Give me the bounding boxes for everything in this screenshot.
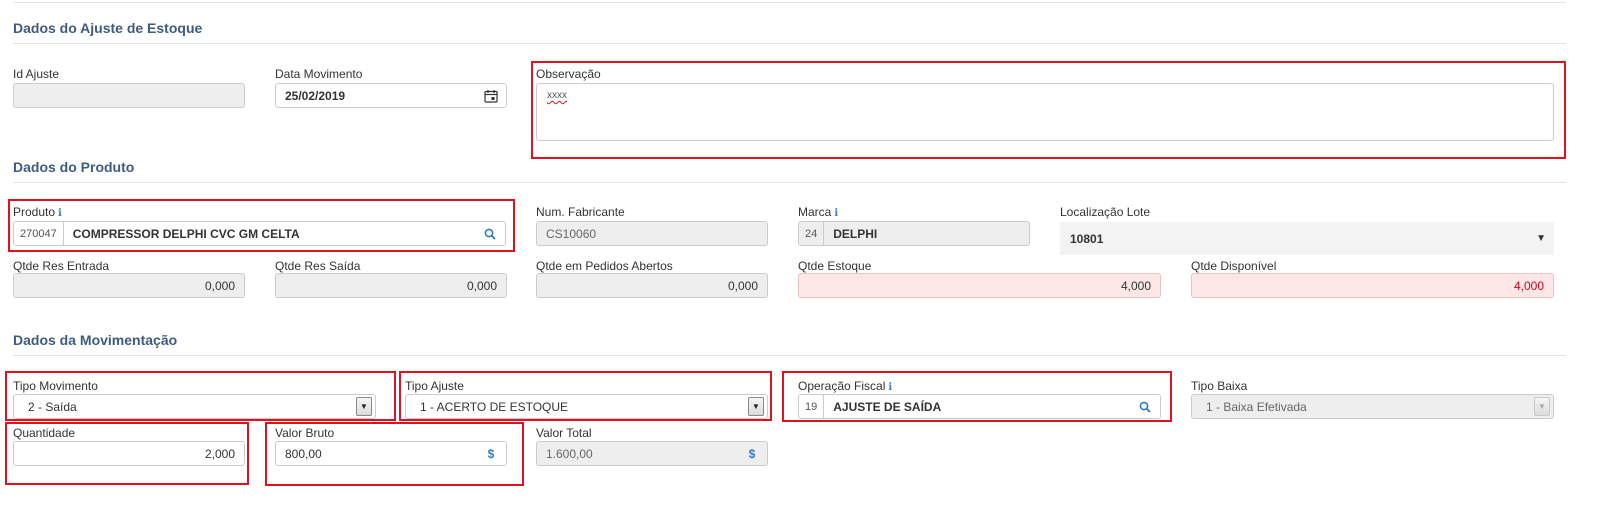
- valor-bruto-value: 800,00: [285, 446, 322, 461]
- localizacao-lote-select[interactable]: 10801 ▼: [1060, 222, 1554, 255]
- valor-bruto-input[interactable]: 800,00 $: [275, 441, 507, 466]
- marca-label-text: Marca: [798, 205, 832, 219]
- tipo-baixa-value: 1 - Baixa Efetivada: [1206, 399, 1307, 414]
- produto-label-text: Produto: [13, 205, 56, 219]
- section-title-movimentacao: Dados da Movimentação: [13, 332, 178, 348]
- qtde-res-saida-label: Qtde Res Saída: [275, 259, 361, 273]
- qtde-estoque-label: Qtde Estoque: [798, 259, 872, 273]
- qtde-disponivel-input[interactable]: 4,000: [1191, 273, 1554, 298]
- qtde-estoque-value: 4,000: [1120, 278, 1151, 293]
- observacao-value: xxxx: [547, 90, 567, 101]
- info-icon[interactable]: i: [834, 208, 838, 219]
- section-divider: [13, 182, 1566, 183]
- top-divider: [13, 2, 1566, 3]
- chevron-down-icon[interactable]: ▼: [1534, 397, 1550, 416]
- qtde-res-saida-value: 0,000: [466, 278, 497, 293]
- currency-icon: $: [487, 446, 495, 461]
- tipo-ajuste-value: 1 - ACERTO DE ESTOQUE: [420, 399, 569, 414]
- qtde-disponivel-value: 4,000: [1513, 278, 1544, 293]
- data-movimento-label: Data Movimento: [275, 67, 363, 81]
- produto-input[interactable]: 270047 COMPRESSOR DELPHI CVC GM CELTA: [13, 221, 506, 246]
- marca-label: Marca i: [798, 205, 838, 219]
- data-movimento-value: 25/02/2019: [285, 88, 346, 103]
- tipo-baixa-label: Tipo Baixa: [1191, 379, 1248, 393]
- chevron-down-icon[interactable]: ▼: [356, 397, 372, 416]
- id-ajuste-input[interactable]: [13, 83, 245, 108]
- operacao-fiscal-code: 19: [799, 395, 825, 418]
- section-divider: [13, 43, 1566, 44]
- quantidade-label: Quantidade: [13, 426, 76, 440]
- section-title-produto: Dados do Produto: [13, 159, 135, 175]
- tipo-ajuste-label: Tipo Ajuste: [405, 379, 464, 393]
- valor-total-value: 1.600,00: [546, 446, 593, 461]
- info-icon[interactable]: i: [888, 382, 892, 393]
- marca-name: DELPHI: [833, 226, 878, 241]
- chevron-down-icon[interactable]: ▼: [748, 397, 764, 416]
- info-icon[interactable]: i: [58, 208, 62, 219]
- section-title-ajuste: Dados do Ajuste de Estoque: [13, 20, 203, 36]
- marca-input[interactable]: 24 DELPHI: [798, 221, 1030, 246]
- qtde-res-entrada-value: 0,000: [204, 278, 235, 293]
- qtde-estoque-input[interactable]: 4,000: [798, 273, 1161, 298]
- qtde-res-saida-input[interactable]: 0,000: [275, 273, 507, 298]
- valor-bruto-label: Valor Bruto: [275, 426, 335, 440]
- quantidade-value: 2,000: [204, 446, 235, 461]
- localizacao-lote-label: Localização Lote: [1060, 205, 1151, 219]
- id-ajuste-label: Id Ajuste: [13, 67, 60, 81]
- search-icon[interactable]: [1130, 395, 1160, 418]
- qtde-pedidos-input[interactable]: 0,000: [536, 273, 768, 298]
- produto-name: COMPRESSOR DELPHI CVC GM CELTA: [72, 226, 300, 241]
- section-divider: [13, 355, 1566, 356]
- observacao-textarea[interactable]: xxxx: [536, 83, 1554, 141]
- tipo-movimento-select[interactable]: 2 - Saída ▼: [13, 394, 376, 419]
- produto-code: 270047: [14, 222, 64, 245]
- produto-label: Produto i: [13, 205, 62, 219]
- operacao-fiscal-name: AJUSTE DE SAÍDA: [833, 399, 942, 414]
- currency-icon: $: [748, 446, 756, 461]
- quantidade-input[interactable]: 2,000: [13, 441, 245, 466]
- valor-total-label: Valor Total: [536, 426, 592, 440]
- search-icon[interactable]: [475, 222, 505, 245]
- observacao-label: Observação: [536, 67, 601, 81]
- qtde-disponivel-label: Qtde Disponível: [1191, 259, 1277, 273]
- qtde-res-entrada-label: Qtde Res Entrada: [13, 259, 110, 273]
- tipo-movimento-label: Tipo Movimento: [13, 379, 98, 393]
- operacao-fiscal-label-text: Operação Fiscal: [798, 379, 886, 393]
- num-fabricante-value: CS10060: [546, 226, 597, 241]
- qtde-res-entrada-input[interactable]: 0,000: [13, 273, 245, 298]
- num-fabricante-input[interactable]: CS10060: [536, 221, 768, 246]
- marca-code: 24: [799, 222, 825, 245]
- operacao-fiscal-label: Operação Fiscal i: [798, 379, 892, 393]
- qtde-pedidos-label: Qtde em Pedidos Abertos: [536, 259, 673, 273]
- calendar-icon[interactable]: [476, 84, 506, 107]
- tipo-ajuste-select[interactable]: 1 - ACERTO DE ESTOQUE ▼: [405, 394, 768, 419]
- qtde-pedidos-value: 0,000: [727, 278, 758, 293]
- tipo-movimento-value: 2 - Saída: [28, 399, 77, 414]
- operacao-fiscal-input[interactable]: 19 AJUSTE DE SAÍDA: [798, 394, 1161, 419]
- num-fabricante-label: Num. Fabricante: [536, 205, 625, 219]
- valor-total-input[interactable]: 1.600,00 $: [536, 441, 768, 466]
- data-movimento-input[interactable]: 25/02/2019: [275, 83, 507, 108]
- tipo-baixa-select[interactable]: 1 - Baixa Efetivada ▼: [1191, 394, 1554, 419]
- localizacao-lote-value: 10801: [1070, 231, 1104, 246]
- chevron-down-icon[interactable]: ▼: [1536, 233, 1546, 244]
